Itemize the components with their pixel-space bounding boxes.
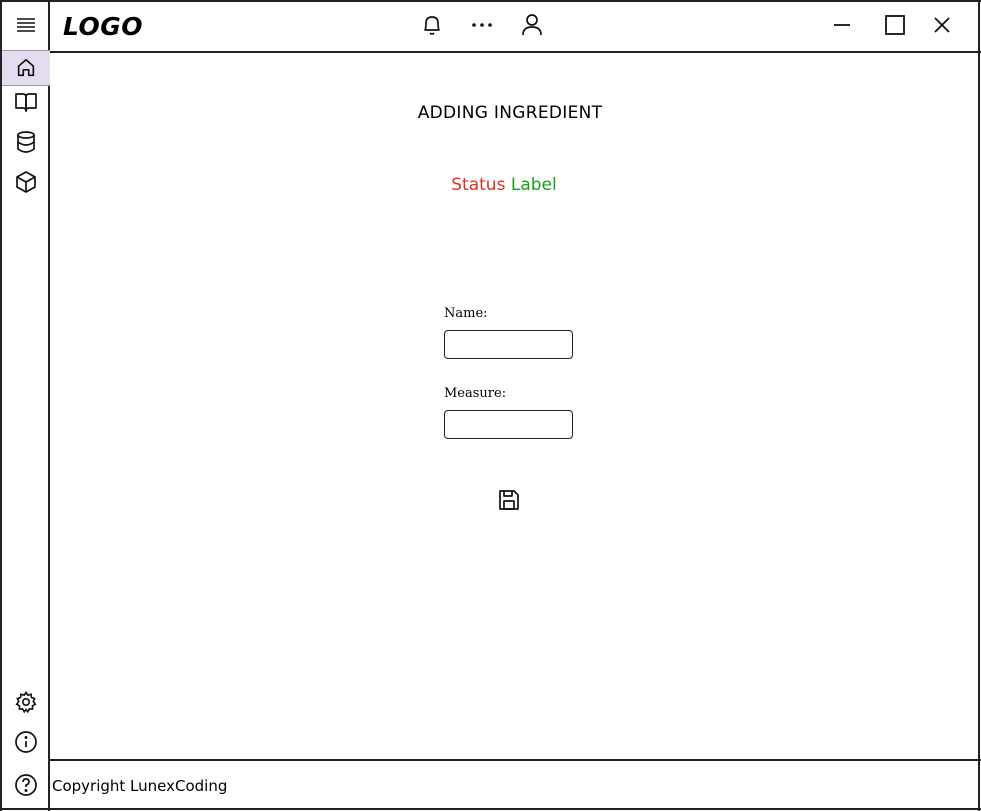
- home-icon: [15, 57, 37, 79]
- sidebar-item-database[interactable]: [2, 125, 50, 159]
- sidebar-item-settings[interactable]: [2, 685, 50, 719]
- maximize-icon[interactable]: [880, 10, 910, 40]
- gear-icon: [14, 690, 38, 714]
- bell-icon[interactable]: [417, 10, 447, 40]
- info-icon: [14, 730, 38, 754]
- sidebar-item-book[interactable]: [2, 85, 50, 119]
- sidebar-item-help[interactable]: [2, 768, 50, 802]
- hamburger-menu-icon[interactable]: [2, 8, 50, 42]
- app-logo: LOGO: [63, 12, 144, 41]
- measure-field[interactable]: [444, 410, 573, 439]
- measure-label: Measure:: [444, 386, 507, 401]
- sidebar-item-home[interactable]: [2, 50, 50, 86]
- status-label-word-status: Status: [451, 175, 506, 195]
- user-icon[interactable]: [517, 10, 547, 40]
- status-label-word-label: Label: [510, 175, 557, 195]
- minimize-icon[interactable]: [827, 10, 857, 40]
- copyright-text: Copyright LunexCoding: [52, 777, 228, 795]
- sidebar: [0, 0, 50, 811]
- save-icon: [498, 489, 520, 515]
- name-field[interactable]: [444, 330, 573, 359]
- sidebar-item-package[interactable]: [2, 165, 50, 199]
- database-icon: [15, 130, 37, 154]
- status-label: Status Label: [404, 175, 604, 195]
- name-label: Name:: [444, 306, 488, 321]
- cube-icon: [15, 170, 37, 194]
- page-title: ADDING INGREDIENT: [417, 103, 603, 123]
- window-border-right: [978, 0, 980, 811]
- sidebar-item-info[interactable]: [2, 725, 50, 759]
- close-icon[interactable]: [927, 10, 957, 40]
- book-icon: [14, 91, 38, 113]
- more-horizontal-icon[interactable]: [467, 10, 497, 40]
- save-button[interactable]: [494, 487, 524, 517]
- help-icon: [14, 773, 38, 797]
